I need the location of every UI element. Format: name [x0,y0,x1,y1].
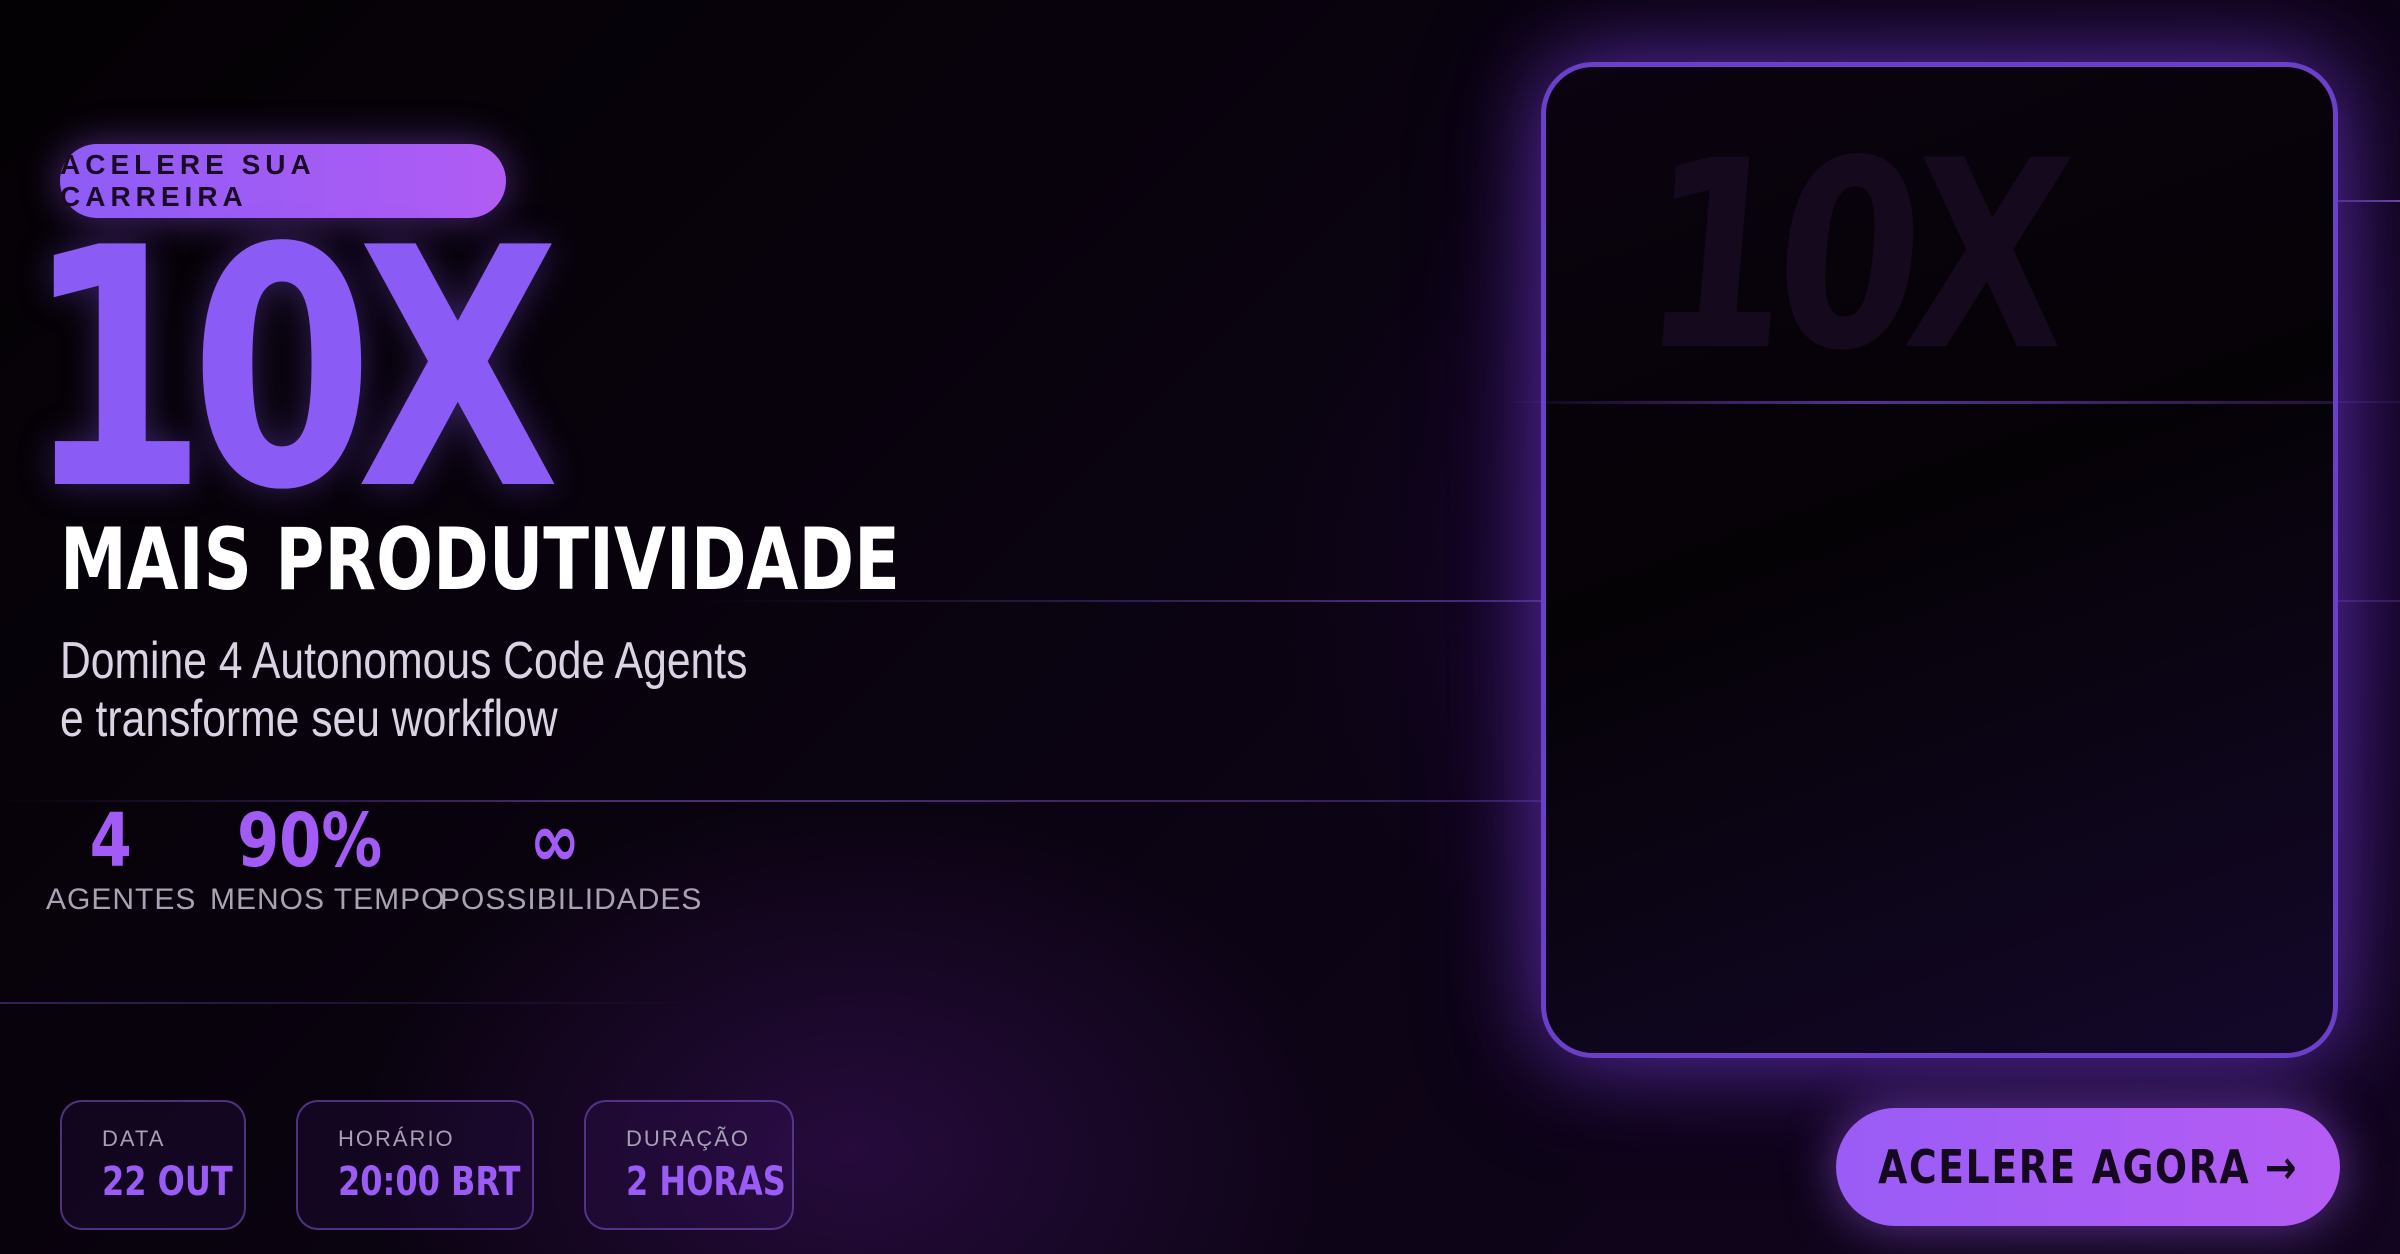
stat-possibilities-value: ∞ [529,798,581,884]
accelerate-now-button[interactable]: ACELERE AGORA → [1836,1108,2340,1226]
event-duration-value: 2 HORAS [626,1159,786,1205]
hero-subtitle-line-1: Domine 4 Autonomous Code Agents [60,632,748,690]
hero-subtitle-line-2: e transforme seu workflow [60,690,558,748]
frame-divider [1546,401,2333,404]
event-date-card: DATA 22 OUT [60,1100,246,1230]
event-duration-card: DURAÇÃO 2 HORAS [584,1100,794,1230]
stat-possibilities: ∞ POSSIBILIDADES [440,798,703,918]
frame-ghost-text: 10X [1632,106,2070,408]
event-date-value: 22 OUT [102,1159,233,1205]
hero-big-text: 10X [24,178,560,562]
hero-headline: MAIS PRODUTIVIDADE [60,510,900,610]
stat-less-time: 90% MENOS TEMPO [210,798,446,918]
event-time-label: HORÁRIO [338,1126,455,1151]
event-time-card: HORÁRIO 20:00 BRT [296,1100,534,1230]
accelerate-now-label: ACELERE AGORA → [1877,1140,2299,1194]
stat-agents-value: 4 [89,798,133,884]
stat-less-time-value: 90% [237,798,383,884]
stat-less-time-label: MENOS TEMPO [210,883,446,916]
stat-agents: 4 AGENTES [46,798,197,918]
event-duration-label: DURAÇÃO [626,1126,751,1151]
media-frame: 10X [1541,62,2338,1058]
event-date-label: DATA [102,1126,166,1151]
hero-subtitle: Domine 4 Autonomous Code Agents e transf… [60,632,747,748]
decorative-line [0,1002,700,1004]
event-time-value: 20:00 BRT [338,1159,521,1205]
stat-agents-label: AGENTES [46,883,197,916]
stat-possibilities-label: POSSIBILIDADES [440,883,703,916]
